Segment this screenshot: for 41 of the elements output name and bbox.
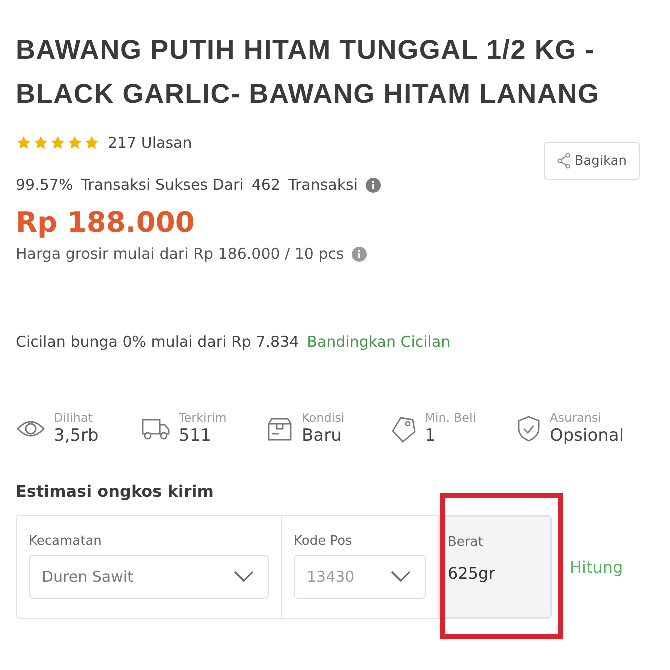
truck-icon (141, 416, 171, 440)
star-icon (67, 135, 83, 151)
chevron-down-icon (391, 571, 411, 583)
shield-check-icon (516, 414, 542, 442)
info-icon[interactable] (352, 246, 368, 262)
box-icon (266, 416, 294, 442)
star-icon (33, 135, 49, 151)
star-icon (84, 135, 100, 151)
stat-value: 1 (425, 426, 437, 446)
product-price: Rp 188.000 (16, 206, 196, 239)
stat-value: 3,5rb (54, 426, 99, 446)
field-label: Kecamatan (29, 534, 103, 549)
calculate-link[interactable]: Hitung (570, 558, 624, 576)
stat-label: Terkirim (179, 411, 227, 425)
info-icon[interactable] (366, 178, 382, 192)
stat-value: Opsional (550, 426, 624, 446)
stat-label: Kondisi (302, 411, 345, 425)
product-title: BAWANG PUTIH HITAM TUNGGAL 1/2 KG - BLACK GARLIC- BAWANG HITAM LANANG (16, 34, 601, 111)
stat-label: Asuransi (550, 411, 603, 425)
stat-label: Min. Beli (425, 411, 476, 425)
share-button[interactable]: Bagikan (544, 142, 640, 180)
transaction-count: 462 (252, 176, 281, 194)
stat-value: Baru (302, 426, 343, 446)
field-label: Kode Pos (294, 534, 354, 549)
star-icon (50, 135, 66, 151)
chevron-down-icon (234, 571, 254, 583)
section-title: Estimasi ongkos kirim (16, 482, 215, 501)
stat-value: 511 (179, 426, 212, 446)
compare-installment-link[interactable]: Bandingkan Cicilan (307, 333, 451, 351)
transaction-label: Transaksi (288, 176, 358, 194)
success-rate: 99.57% (16, 176, 74, 194)
postal-code-dropdown[interactable]: 13430 (294, 555, 426, 599)
weight-field: Berat 625gr (439, 516, 551, 618)
installment-text: Cicilan bunga 0% mulai dari Rp 7.834 (16, 333, 300, 351)
wholesale-price: Harga grosir mulai dari Rp 186.000 / 10 pcs (16, 245, 344, 263)
share-icon (556, 153, 571, 169)
star-icon (16, 135, 32, 151)
success-text: Transaksi Sukses Dari (81, 176, 244, 194)
district-dropdown[interactable]: Duren Sawit (29, 555, 269, 599)
stat-label: Dilihat (54, 411, 94, 425)
review-count[interactable]: 217 Ulasan (108, 134, 192, 152)
